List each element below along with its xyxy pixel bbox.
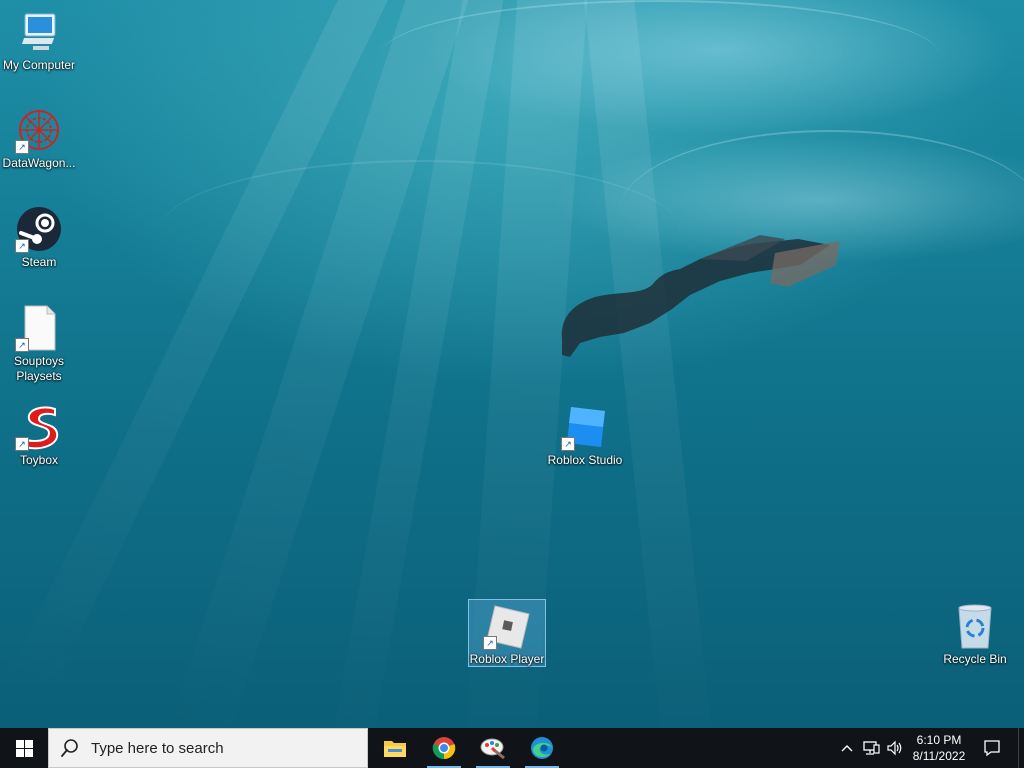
desktop-icon-toybox[interactable]: ↗ Toybox [1, 403, 77, 468]
desktop-icon-label: Roblox Player [469, 652, 545, 666]
show-hidden-icons-button[interactable] [838, 728, 856, 768]
clock-date: 8/11/2022 [912, 749, 966, 763]
desktop-icon-label: Toybox [19, 453, 59, 467]
desktop-icon-my-computer[interactable]: My Computer [1, 8, 77, 73]
network-icon [863, 741, 880, 755]
desktop-icon-label: Steam [21, 255, 57, 269]
desktop-icon-recycle-bin[interactable]: Recycle Bin [937, 602, 1013, 667]
shortcut-arrow-icon: ↗ [15, 338, 29, 352]
datawagon-icon: ↗ [15, 106, 63, 154]
computer-icon [15, 8, 63, 56]
shortcut-arrow-icon: ↗ [15, 437, 29, 451]
search-icon [61, 739, 78, 757]
taskbar-app-paint[interactable] [470, 728, 516, 768]
desktop-icon-label: Recycle Bin [943, 652, 1007, 666]
chevron-up-icon [841, 745, 853, 752]
desktop-icon-roblox-player[interactable]: ↗ Roblox Player [468, 599, 546, 667]
clock-time: 6:10 PM [916, 733, 962, 747]
volume-button[interactable] [884, 728, 906, 768]
taskbar: Type here to search 6:10 PM 8/11/2022 [0, 728, 1024, 768]
windows-logo-icon [15, 739, 33, 757]
paint-icon [480, 738, 505, 760]
desktop-icon-label: My Computer [2, 58, 76, 72]
shortcut-arrow-icon: ↗ [15, 140, 29, 154]
search-input[interactable]: Type here to search [48, 728, 368, 768]
document-icon: ↗ [15, 304, 63, 352]
desktop-icon-souptoys-playsets[interactable]: ↗ Souptoys Playsets [1, 304, 77, 384]
edge-icon [531, 737, 553, 759]
taskbar-app-edge[interactable] [519, 728, 565, 768]
shortcut-arrow-icon: ↗ [15, 239, 29, 253]
desktop-icon-datawagon[interactable]: ↗ DataWagon... [1, 106, 77, 171]
show-desktop-button[interactable] [1018, 728, 1024, 768]
steam-icon: ↗ [15, 205, 63, 253]
desktop-icon-label: Roblox Studio [547, 453, 623, 467]
network-button[interactable] [860, 728, 882, 768]
diver-silhouette [561, 235, 840, 357]
taskbar-app-chrome[interactable] [421, 728, 467, 768]
start-button[interactable] [0, 728, 48, 768]
roblox-studio-icon: ↗ [561, 403, 609, 451]
volume-icon [887, 740, 902, 756]
shortcut-arrow-icon: ↗ [483, 636, 497, 650]
chrome-icon [432, 737, 456, 760]
shortcut-arrow-icon: ↗ [561, 437, 575, 451]
recycle-bin-icon [951, 602, 999, 650]
desktop-icon-steam[interactable]: ↗ Steam [1, 205, 77, 270]
desktop-icon-label: DataWagon... [2, 156, 76, 170]
taskbar-app-file-explorer[interactable] [372, 728, 418, 768]
desktop-icon-label: Souptoys Playsets [13, 354, 65, 383]
roblox-player-icon: ↗ [483, 602, 531, 650]
action-center-button[interactable] [976, 728, 1008, 768]
clock[interactable]: 6:10 PM 8/11/2022 [906, 728, 972, 768]
notification-icon [984, 740, 1000, 757]
toybox-icon: ↗ [15, 403, 63, 451]
search-placeholder: Type here to search [91, 739, 224, 757]
desktop-background: My Computer ↗ DataWagon... ↗ Steam ↗ Sou… [0, 0, 1024, 728]
folder-icon [384, 741, 406, 757]
desktop-icon-roblox-studio[interactable]: ↗ Roblox Studio [547, 403, 623, 468]
